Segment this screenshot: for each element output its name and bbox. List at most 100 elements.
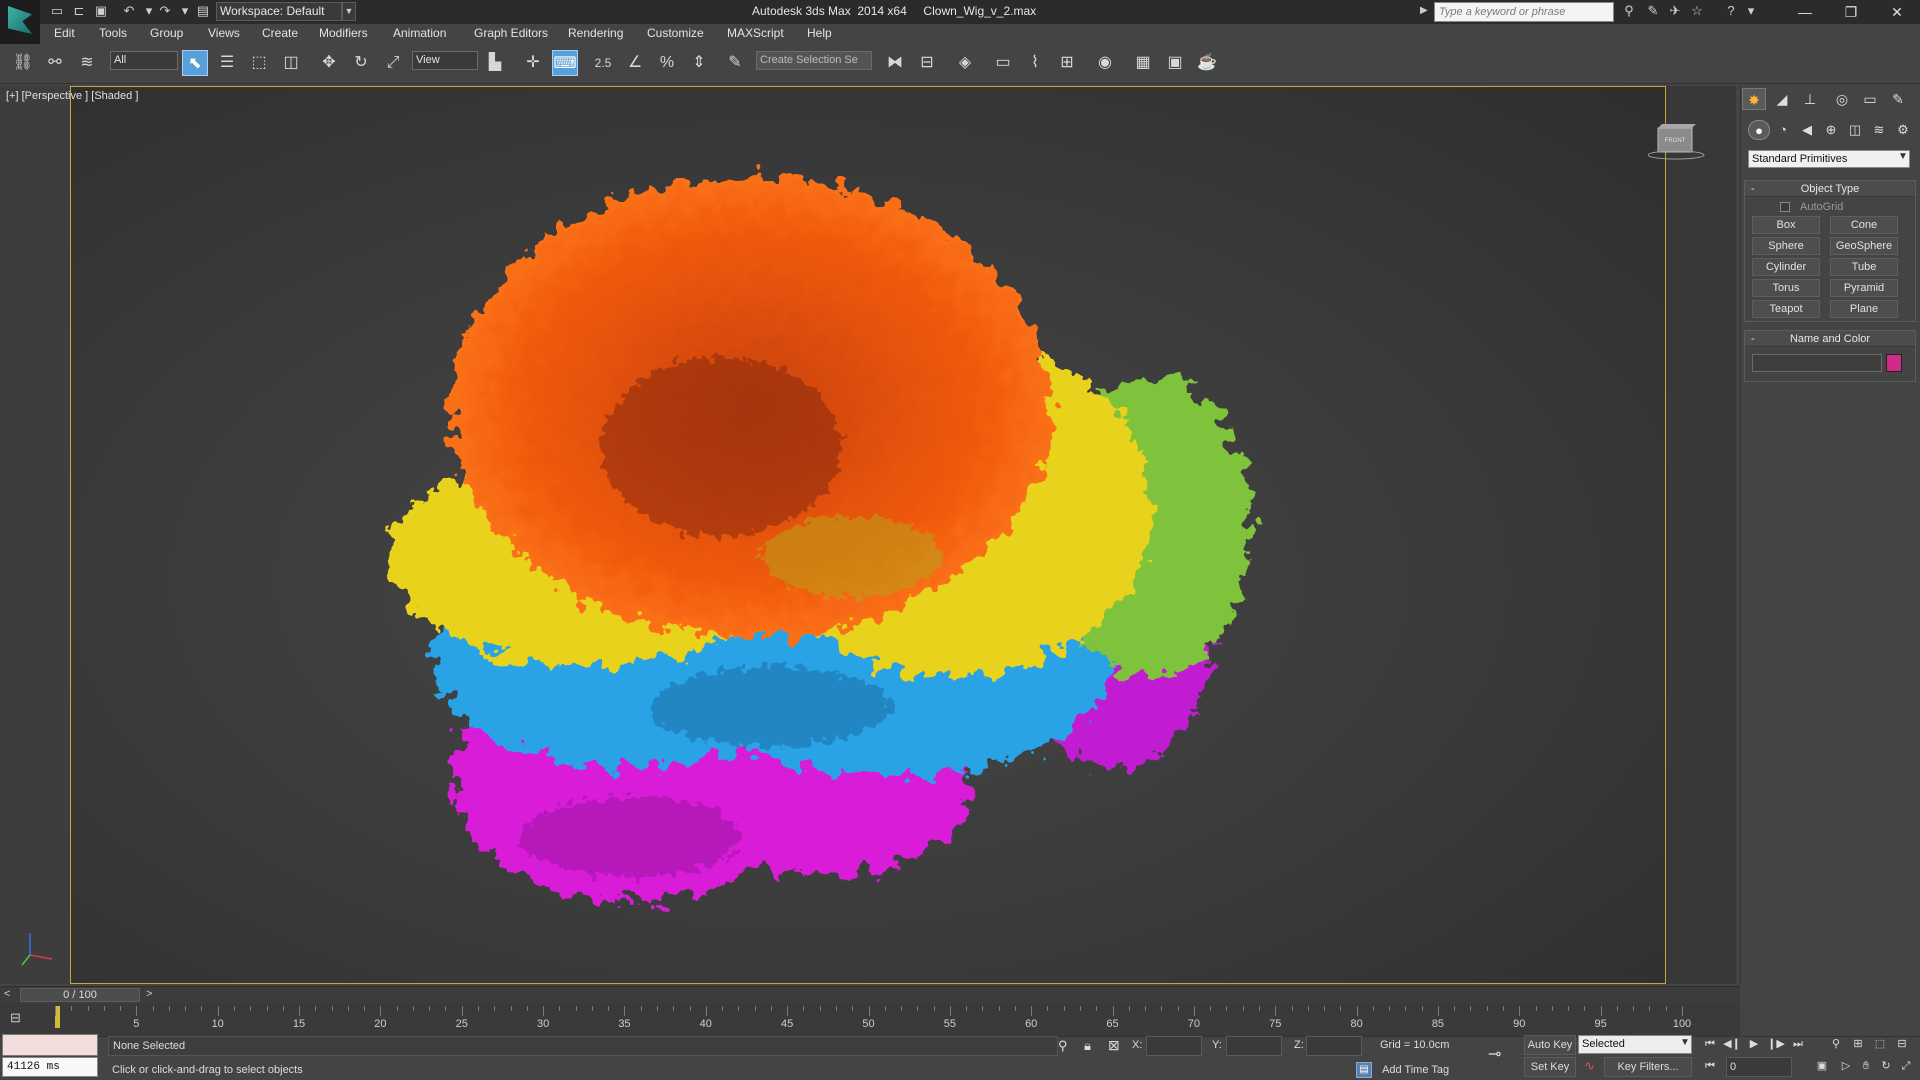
geometry-category-icon[interactable]: ●: [1748, 120, 1770, 140]
plane-button[interactable]: Plane: [1830, 300, 1898, 318]
key-filters-button[interactable]: Key Filters...: [1604, 1057, 1692, 1077]
menu-graph-editors[interactable]: Graph Editors: [474, 26, 548, 40]
zoom-icon[interactable]: ⚲: [1826, 1035, 1846, 1053]
curve-editor-icon[interactable]: ⌇: [1022, 50, 1048, 76]
menu-create[interactable]: Create: [262, 26, 298, 40]
select-and-scale-icon[interactable]: ⤢: [380, 50, 406, 76]
edit-named-selection-icon[interactable]: ✎: [722, 50, 748, 76]
zoom-extents-icon[interactable]: ⬚: [1870, 1035, 1890, 1053]
time-slider[interactable]: [0, 986, 1740, 1004]
select-and-rotate-icon[interactable]: ↻: [348, 50, 374, 76]
keyboard-shortcut-override-icon[interactable]: ⌨: [552, 50, 578, 76]
time-slider-thumb[interactable]: 0 / 100: [20, 988, 140, 1002]
tube-button[interactable]: Tube: [1830, 258, 1898, 276]
window-crossing-icon[interactable]: ◫: [278, 50, 304, 76]
bind-space-warp-icon[interactable]: ≋: [74, 50, 100, 76]
set-key-button[interactable]: Set Key: [1524, 1057, 1576, 1077]
align-icon[interactable]: ⊟: [914, 50, 940, 76]
workspace-select[interactable]: Workspace: Default: [216, 2, 342, 21]
mini-curve-editor-icon[interactable]: ⊟: [10, 1010, 21, 1026]
shapes-category-icon[interactable]: ◔: [1772, 120, 1794, 140]
play-icon[interactable]: ▶: [1744, 1035, 1764, 1053]
torus-button[interactable]: Torus: [1752, 279, 1820, 297]
z-coordinate-field[interactable]: [1306, 1036, 1362, 1056]
x-coordinate-field[interactable]: [1146, 1036, 1202, 1056]
menu-group[interactable]: Group: [150, 26, 183, 40]
create-tab-icon[interactable]: ✸: [1742, 88, 1766, 110]
snaps-toggle-icon[interactable]: 2.5: [590, 50, 616, 76]
pan-view-icon[interactable]: ✋︎: [1856, 1057, 1876, 1075]
render-production-icon[interactable]: ☕: [1194, 50, 1220, 76]
add-time-tag-label[interactable]: Add Time Tag: [1382, 1064, 1449, 1076]
object-name-input[interactable]: [1752, 354, 1882, 372]
display-tab-icon[interactable]: ▭: [1858, 88, 1882, 110]
object-color-swatch[interactable]: [1886, 354, 1902, 372]
absolute-mode-transform-icon[interactable]: ⊠: [1108, 1037, 1120, 1054]
motion-tab-icon[interactable]: ◎: [1830, 88, 1854, 110]
menu-rendering[interactable]: Rendering: [568, 26, 623, 40]
teapot-button[interactable]: Teapot: [1752, 300, 1820, 318]
mirror-icon[interactable]: ⧓: [882, 50, 908, 76]
unlink-icon[interactable]: ⚯: [42, 50, 68, 76]
lock-selection-icon[interactable]: 🔒︎: [1084, 1038, 1091, 1054]
angle-snap-icon[interactable]: ∠: [622, 50, 648, 76]
named-selection-input[interactable]: Create Selection Se: [756, 51, 872, 70]
schematic-view-icon[interactable]: ⊞: [1054, 50, 1080, 76]
y-coordinate-field[interactable]: [1226, 1036, 1282, 1056]
perspective-viewport[interactable]: [70, 86, 1666, 984]
current-frame-field[interactable]: 0: [1726, 1057, 1792, 1077]
cameras-category-icon[interactable]: ⊕: [1820, 120, 1842, 140]
select-and-move-icon[interactable]: ✥: [316, 50, 342, 76]
pivot-center-icon[interactable]: ▙: [482, 50, 508, 76]
communication-center-icon[interactable]: ✈: [1666, 3, 1684, 19]
menu-maxscript[interactable]: MAXScript: [727, 26, 784, 40]
menu-animation[interactable]: Animation: [393, 26, 446, 40]
helpers-category-icon[interactable]: ◫: [1844, 120, 1866, 140]
menu-tools[interactable]: Tools: [99, 26, 127, 40]
lights-category-icon[interactable]: ◀: [1796, 120, 1818, 140]
maxscript-mini-listener[interactable]: [2, 1034, 98, 1056]
zoom-extents-all-icon[interactable]: ⊟: [1892, 1035, 1912, 1053]
redo-dropdown-icon[interactable]: ▾: [176, 3, 194, 19]
new-file-icon[interactable]: ▭: [48, 3, 66, 19]
key-curve-icon[interactable]: ∿: [1584, 1058, 1595, 1074]
percent-snap-icon[interactable]: %: [654, 50, 680, 76]
maximize-viewport-icon[interactable]: ⤢: [1896, 1057, 1916, 1075]
search-expand-icon[interactable]: ▶: [1420, 5, 1428, 16]
selection-filter-select[interactable]: All: [110, 51, 178, 70]
rectangular-selection-icon[interactable]: ⬚: [246, 50, 272, 76]
time-configuration-icon[interactable]: ▣: [1812, 1057, 1832, 1075]
time-slider-next-icon[interactable]: >: [146, 988, 152, 1000]
autogrid-checkbox[interactable]: [1780, 202, 1790, 212]
space-warps-category-icon[interactable]: ≋: [1868, 120, 1890, 140]
isolate-selection-icon[interactable]: ⚲: [1058, 1038, 1068, 1054]
layer-explorer-icon[interactable]: ◈: [952, 50, 978, 76]
search-input[interactable]: Type a keyword or phrase: [1434, 2, 1614, 22]
rendered-frame-window-icon[interactable]: ▣: [1162, 50, 1188, 76]
material-editor-icon[interactable]: ◉: [1092, 50, 1118, 76]
set-key-icon[interactable]: ⊸: [1488, 1044, 1501, 1064]
select-by-name-icon[interactable]: ☰: [214, 50, 240, 76]
workspace-dropdown-icon[interactable]: ▼: [342, 2, 356, 21]
close-button[interactable]: ✕: [1874, 0, 1920, 24]
chevron-down-icon[interactable]: ▼: [1680, 1037, 1690, 1048]
hierarchy-tab-icon[interactable]: ⊥: [1798, 88, 1822, 110]
pyramid-button[interactable]: Pyramid: [1830, 279, 1898, 297]
restore-button[interactable]: ❐: [1828, 0, 1874, 24]
render-setup-icon[interactable]: ▦: [1130, 50, 1156, 76]
collapse-icon[interactable]: -: [1751, 181, 1755, 197]
save-file-icon[interactable]: ▣: [92, 3, 110, 19]
binoculars-icon[interactable]: ⚲: [1620, 3, 1638, 19]
open-file-icon[interactable]: ⊏: [70, 3, 88, 19]
modify-tab-icon[interactable]: ◢: [1770, 88, 1794, 110]
select-manipulate-icon[interactable]: ✛: [520, 50, 546, 76]
menu-views[interactable]: Views: [208, 26, 240, 40]
project-folder-icon[interactable]: ▤: [194, 3, 212, 19]
chevron-down-icon[interactable]: ▼: [1898, 151, 1908, 162]
render-timing-readout[interactable]: 41126 ms: [2, 1057, 98, 1077]
cone-button[interactable]: Cone: [1830, 216, 1898, 234]
time-slider-prev-icon[interactable]: <: [4, 988, 10, 1000]
key-mode-select[interactable]: Selected: [1578, 1035, 1692, 1054]
add-time-tag-icon[interactable]: ▤: [1356, 1062, 1372, 1078]
box-button[interactable]: Box: [1752, 216, 1820, 234]
